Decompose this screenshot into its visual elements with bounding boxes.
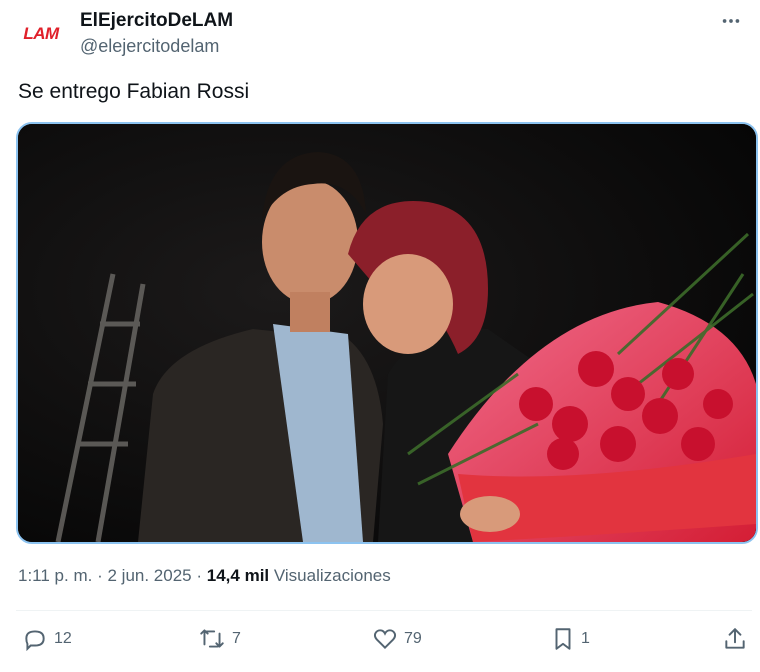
tweet-photo[interactable] — [16, 122, 758, 544]
views-count: 14,4 mil — [206, 566, 270, 585]
user-handle[interactable]: @elejercitodelam — [80, 36, 219, 57]
display-name[interactable]: ElEjercitoDeLAM — [80, 10, 233, 32]
avatar[interactable]: LAM — [17, 10, 65, 58]
bookmark-icon — [555, 628, 571, 650]
repost-button[interactable]: 7 — [198, 626, 241, 652]
more-horizontal-icon — [722, 19, 740, 23]
divider — [16, 610, 752, 611]
repost-icon — [200, 629, 224, 648]
reply-button[interactable]: 12 — [22, 626, 72, 652]
meta-separator: · — [196, 566, 203, 585]
share-button[interactable] — [722, 626, 748, 652]
tweet-date[interactable]: 2 jun. 2025 — [107, 566, 191, 585]
tweet-metadata: 1:11 p. m. · 2 jun. 2025 · 14,4 mil Visu… — [18, 566, 391, 586]
reply-icon — [25, 630, 45, 652]
heart-icon — [373, 629, 397, 650]
like-count: 79 — [404, 630, 422, 647]
views-label: Visualizaciones — [273, 566, 391, 585]
avatar-logo-text: LAM — [23, 24, 59, 43]
like-button[interactable]: 79 — [372, 626, 422, 652]
tweet-time[interactable]: 1:11 p. m. — [18, 566, 92, 585]
more-options-button[interactable] — [716, 6, 746, 36]
repost-count: 7 — [232, 630, 241, 647]
share-icon — [725, 628, 745, 649]
bookmark-count: 1 — [581, 630, 590, 647]
reply-count: 12 — [54, 630, 72, 647]
bookmark-button[interactable]: 1 — [551, 626, 590, 652]
meta-separator: · — [97, 566, 103, 585]
tweet-text: Se entrego Fabian Rossi — [18, 80, 250, 103]
